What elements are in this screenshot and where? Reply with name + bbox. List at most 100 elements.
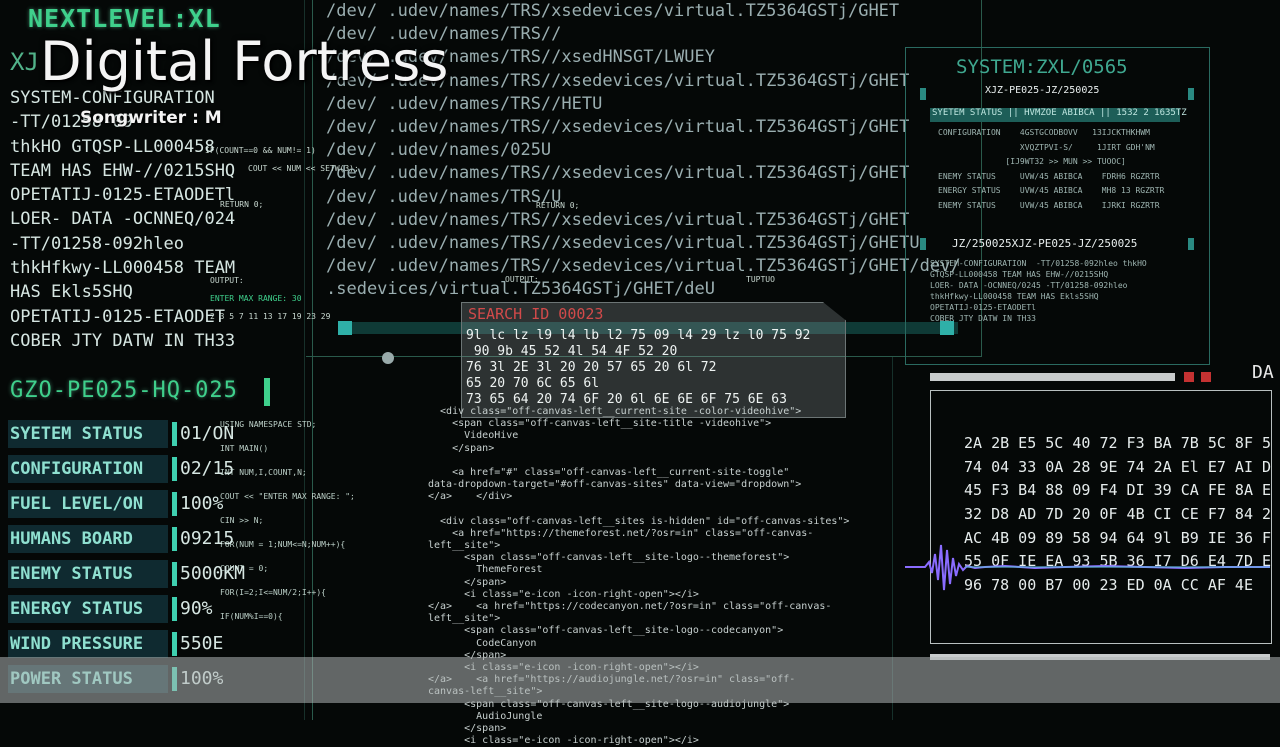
scan-start-marker	[338, 321, 352, 335]
search-results: 9l lc lz l9 l4 lb l2 75 09 l4 29 lz l0 7…	[466, 328, 810, 408]
scroll-knob[interactable]	[382, 352, 394, 364]
code-line: </span>	[428, 576, 507, 588]
device-path-line: /dev/ .udev/names/TRS//xsedevices/virtua…	[326, 232, 920, 253]
system-row: [IJ9WT32 >> MUN >> TUOOC]	[938, 157, 1126, 167]
code-line: <i class="e-icon -icon-right-open"></i>	[428, 735, 699, 747]
config-line: HAS Ekls5SHQ	[10, 282, 133, 303]
system-row: SYSTEM-CONFIGURATION -TT/01258-092hleo t…	[930, 259, 1147, 268]
code-line: <a href="#" class="off-canvas-left__curr…	[428, 466, 790, 478]
brand-tag: XJ	[10, 48, 39, 76]
code-line: VideoHive	[428, 430, 519, 442]
teal-marker	[920, 88, 926, 100]
code-line: <div class="off-canvas-left__sites is-hi…	[428, 515, 850, 527]
system-panel-title-2: JZ/250025XJZ-PE025-JZ/250025	[952, 237, 1138, 250]
hex-line: 2A 2B E5 5C 40 72 F3 BA 7B 5C 8F 5	[964, 434, 1272, 452]
system-row: LOER- DATA -OCNNEQ/0245 -TT/01258-092hle…	[930, 281, 1128, 290]
status-value: 09215	[180, 528, 235, 549]
system-panel-subtitle: XJZ-PE025-JZ/250025	[985, 85, 1100, 96]
hex-result-line: 76 3l 2E 3l 20 20 57 65 20 6l 72	[466, 360, 717, 375]
hex-progress-bar	[930, 373, 1175, 381]
system-row: ENEMY STATUS UVW/45 ABIBCA FDRH6 RGZRTR	[938, 171, 1160, 181]
hex-line: 32 D8 AD 7D 20 0F 4B CI CE F7 84 2	[964, 505, 1272, 524]
code-line: <span class="off-canvas-left__site-logo-…	[428, 552, 790, 564]
status-label: CONFIGURATION	[8, 455, 168, 483]
system-panel-rows-2: SYSTEM-CONFIGURATION -TT/01258-092hleo t…	[930, 258, 1147, 324]
audio-waveform	[905, 544, 1270, 591]
config-line: COBER JTY DATW IN TH33	[10, 330, 236, 351]
device-path-line: /dev/ .udev/names/TRS//xsedevices/virtua…	[326, 256, 961, 277]
config-line: OPETATIJ-0125-ETAODET	[10, 306, 225, 327]
config-line: OPETATIJ-0125-ETAODETl	[10, 185, 236, 206]
code-line: left__site">	[428, 540, 501, 552]
alert-indicator	[1184, 372, 1194, 382]
status-row: ENERGY STATUS 90%	[8, 595, 308, 623]
system-panel-rows: CONFIGURATION 4GSTGCODBOVV 13IJCKTHKHWM …	[938, 126, 1164, 214]
hex-result-line: 65 20 70 6C 65 6l	[466, 376, 600, 391]
code-line: AudioJungle	[428, 710, 543, 722]
system-row: COBER JTY DATW IN TH33	[930, 314, 1036, 323]
teal-marker	[1188, 238, 1194, 250]
status-row: FUEL LEVEL/ON 100%	[8, 490, 308, 518]
status-value: 02/15	[180, 458, 235, 479]
device-path-line: .sedevices/virtual.TZ5364GSTj/GHET/deU	[326, 279, 715, 300]
status-divider	[172, 562, 177, 586]
status-value: 100%	[180, 493, 224, 514]
device-path-line: /dev/ .udev/names/TRS//xsedevices/virtua…	[326, 116, 910, 137]
device-path-line: /dev/ .udev/names/025U	[326, 140, 552, 161]
status-divider	[172, 492, 177, 516]
code-line: left__site">	[428, 613, 501, 625]
system-row: ENERGY STATUS UVW/45 ABIBCA MH8 13 RGZRT…	[938, 186, 1165, 196]
hex-panel-label: DA	[1252, 362, 1274, 383]
hex-result-line: 9l lc lz l9 l4 lb l2 75 09 l4 29 lz l0 7…	[466, 328, 811, 343]
section-cursor	[264, 378, 270, 406]
device-path-line: /dev/ .udev/names/TRS//xsedevices/virtua…	[326, 163, 910, 184]
status-row: SYETEM STATUS 01/ON	[8, 420, 308, 448]
status-divider	[172, 457, 177, 481]
status-value: 550E	[180, 633, 224, 654]
code-annotation: OUTPUT:	[505, 275, 539, 284]
code-line: CodeCanyon	[428, 637, 537, 649]
system-row: GTQSP-LL000458 TEAM HAS EHW-//0215SHQ	[930, 270, 1109, 279]
code-line: ThemeForest	[428, 564, 543, 576]
teal-marker	[920, 238, 926, 250]
code-line: <div class="off-canvas-left__current-sit…	[428, 406, 802, 417]
status-value: 01/ON	[180, 423, 235, 444]
code-line: <span class="off-canvas-left__site-title…	[428, 418, 772, 430]
status-value: 90%	[180, 598, 213, 619]
code-line: <i class="e-icon -icon-right-open"></i>	[428, 588, 699, 600]
status-label: ENERGY STATUS	[8, 595, 168, 623]
status-divider	[172, 422, 177, 446]
hex-line: 74 04 33 0A 28 9E 74 2A El E7 AI D	[964, 457, 1272, 476]
code-line: </span>	[428, 442, 495, 454]
status-label: ENEMY STATUS	[8, 560, 168, 588]
status-divider	[172, 527, 177, 551]
device-path-line: /dev/ .udev/names/TRS/U	[326, 186, 562, 207]
system-panel-header: SYETEM STATUS || HVMZOE ABIBCA || 1532 2…	[932, 108, 1187, 118]
code-line: </a> </div>	[428, 491, 513, 503]
status-divider	[172, 597, 177, 621]
code-line: data-dropdown-target="#off-canvas-sites"…	[428, 479, 802, 491]
status-label: HUMANS BOARD	[8, 525, 168, 553]
songwriter-credit: Songwriter : M	[80, 108, 222, 128]
device-path-line: /dev/ .udev/names/TRS//HETU	[326, 93, 603, 114]
section-code: GZO-PE025-HQ-025	[10, 378, 238, 403]
alert-indicator	[1201, 372, 1211, 382]
status-label: WIND PRESSURE	[8, 630, 168, 658]
brand-title: NEXTLEVEL:XL	[28, 4, 221, 33]
system-panel-title: SYSTEM:ZXL/0565	[956, 56, 1128, 78]
device-path-line: /dev/ .udev/names/TRS//xsedevices/virtua…	[326, 209, 910, 230]
status-label: FUEL LEVEL/ON	[8, 490, 168, 518]
system-row: CONFIGURATION 4GSTGCODBOVV 13IJCKTHKHWM	[938, 128, 1150, 137]
teal-marker	[1188, 88, 1194, 100]
system-row: XVQZTPVI-S/ 1JIRT GDH'NM	[938, 142, 1155, 152]
system-row: ENEMY STATUS UVW/45 ABIBCA IJRKI RGZRTR	[938, 200, 1160, 210]
code-line: </a> <a href="https://codecanyon.net/?os…	[428, 601, 832, 612]
search-title: SEARCH ID 00023	[468, 305, 604, 323]
config-line: thkHO GTQSP-LL000458	[10, 136, 215, 157]
code-line: </span>	[428, 722, 507, 734]
status-value: 5000KM	[180, 563, 246, 584]
system-row: thkHfkwy-LL000458 TEAM HAS Ekls5SHQ	[930, 292, 1099, 301]
status-row: HUMANS BOARD 09215	[8, 525, 308, 553]
